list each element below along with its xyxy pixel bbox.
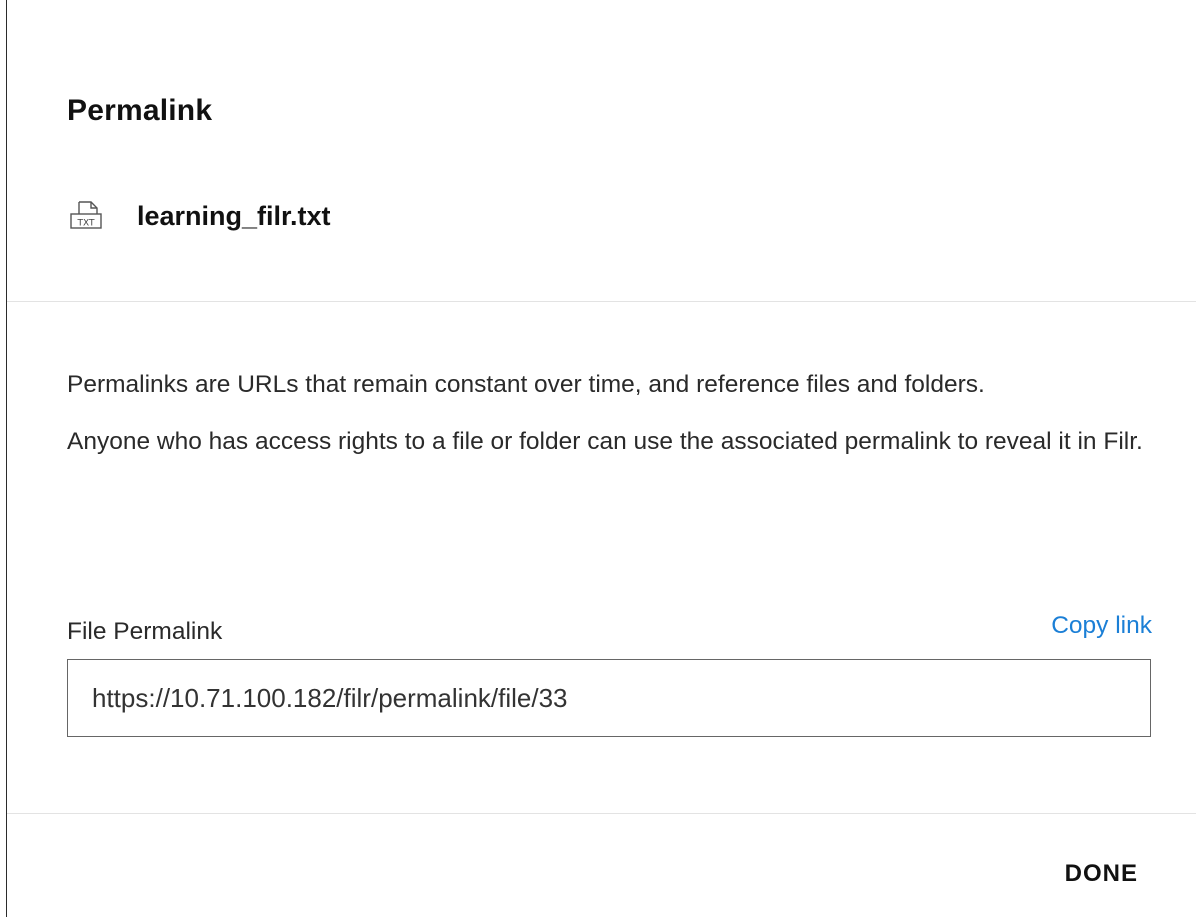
description-line-2: Anyone who has access rights to a file o…: [67, 428, 1143, 455]
copy-link-button[interactable]: Copy link: [1051, 612, 1152, 640]
done-button[interactable]: DONE: [1065, 860, 1138, 888]
svg-text:TXT: TXT: [76, 219, 95, 229]
txt-file-icon: TXT: [67, 196, 107, 236]
dialog-title: Permalink: [67, 94, 213, 127]
file-name: learning_filr.txt: [137, 200, 331, 231]
permalink-description: Permalinks are URLs that remain constant…: [67, 356, 1147, 470]
dialog-header: Permalink TXT learning_filr.txt: [7, 0, 1196, 302]
dialog-body: Permalinks are URLs that remain constant…: [7, 302, 1196, 814]
file-permalink-label: File Permalink: [67, 618, 223, 645]
permalink-dialog: Permalink TXT learning_filr.txt Permalin…: [6, 0, 1196, 917]
permalink-url-field[interactable]: [67, 659, 1151, 737]
file-info: TXT learning_filr.txt: [67, 196, 331, 236]
description-line-1: Permalinks are URLs that remain constant…: [67, 371, 985, 398]
dialog-footer: DONE: [7, 814, 1196, 917]
